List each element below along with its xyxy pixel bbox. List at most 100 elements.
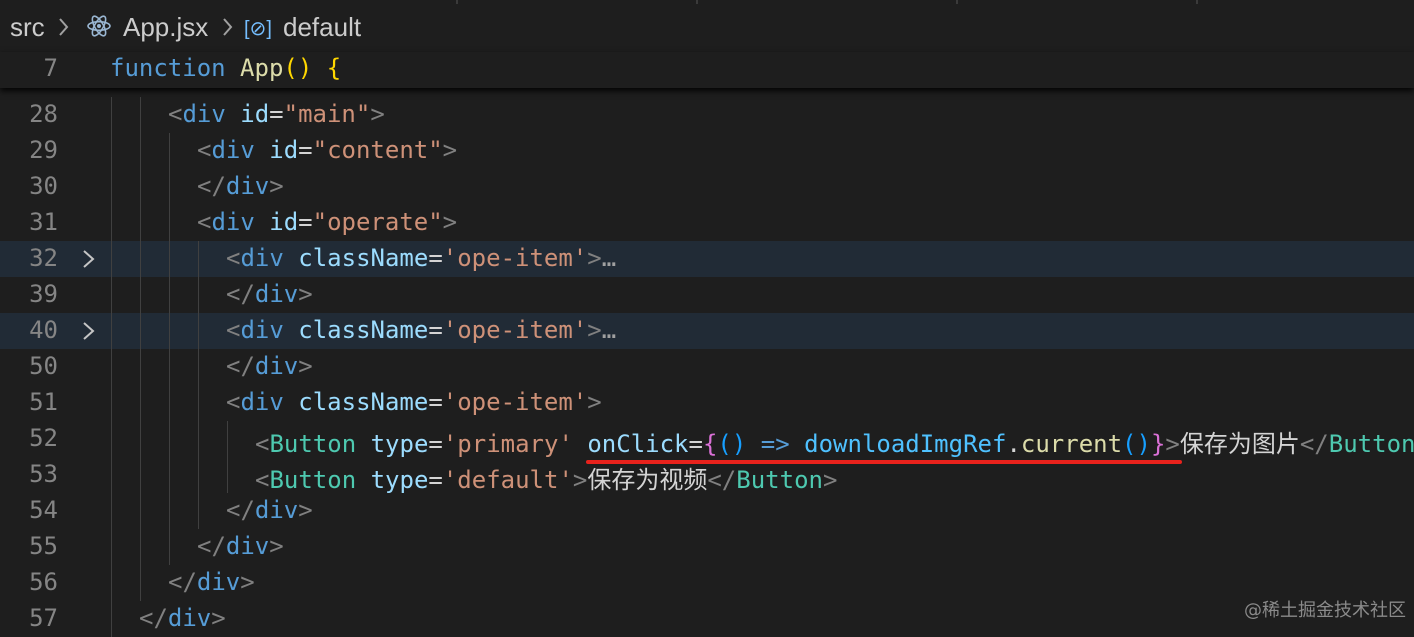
line-number: 30 [29,172,58,200]
code-line[interactable]: 54 </div> [0,493,1414,529]
indent-guide [140,421,141,457]
code-text: </div> [226,280,313,308]
indent-guide [169,277,170,313]
line-number: 39 [29,280,58,308]
tab-divider [956,0,958,4]
chevron-right-icon [58,14,70,45]
code-line[interactable]: 28 <div id="main"> [0,97,1414,133]
indent-guide [111,97,112,133]
indent-guide [169,529,170,565]
indent-guide [169,133,170,169]
code-line[interactable]: 39 </div> [0,277,1414,313]
indent-guide [169,241,170,277]
indent-guide [198,313,199,349]
line-number: 50 [29,352,58,380]
line-number: 53 [29,460,58,488]
chevron-right-icon [222,14,234,45]
indent-guide [140,241,141,277]
breadcrumb-symbol[interactable]: default [283,12,361,43]
code-line[interactable]: 57 </div> [0,601,1414,637]
code-line[interactable]: 30 </div> [0,169,1414,205]
indent-guide [198,277,199,313]
tab-divider [696,0,698,4]
indent-guide [140,97,141,133]
code-line[interactable]: 52 <Button type='primary' onClick={() =>… [0,421,1414,458]
indent-guide [140,385,141,421]
folded-ellipsis: … [601,316,617,344]
indent-guide [111,385,112,421]
line-number: 51 [29,388,58,416]
code-line[interactable]: 55 </div> [0,529,1414,565]
line-number: 29 [29,136,58,164]
indent-guide [140,457,141,493]
line-number: 57 [29,604,58,632]
sticky-scroll-line[interactable]: 7 function App() { [0,52,1414,88]
indent-guide [111,349,112,385]
line-number: 56 [29,568,58,596]
code-line[interactable]: 56 </div> [0,565,1414,601]
line-number: 52 [29,424,58,452]
code-text: <Button type='primary' onClick={() => do… [255,430,1414,458]
indent-guide [140,529,141,565]
code-text: <div className='ope-item'>… [226,244,617,272]
indent-guide [169,385,170,421]
indent-guide [111,313,112,349]
line-number: 32 [29,244,58,272]
indent-guide [169,205,170,241]
code-text: <div id="main"> [168,100,385,128]
indent-guide [111,565,112,601]
indent-guide [140,565,141,601]
line-number: 28 [29,100,58,128]
line-number: 55 [29,532,58,560]
indent-guide [198,457,199,493]
indent-guide [198,241,199,277]
indent-guide [198,421,199,457]
indent-guide [111,241,112,277]
function-name: App [240,54,284,82]
code-line-folded[interactable]: 32 <div className='ope-item'>… [0,241,1414,277]
indent-guide [111,169,112,205]
indent-guide [111,493,112,529]
indent-guide [198,349,199,385]
indent-guide [140,205,141,241]
indent-guide [111,277,112,313]
indent-guide [169,421,170,457]
code-text: function App() { [110,54,341,82]
indent-guide [111,457,112,493]
fold-chevron-right-icon[interactable] [80,321,98,341]
code-text: <Button type='default'>保存为视频</Button> [255,466,838,494]
code-text: </div> [139,604,226,632]
line-number: 54 [29,496,58,524]
indent-guide [140,493,141,529]
react-icon [86,13,112,46]
indent-guide [140,133,141,169]
indent-guide [111,421,112,457]
breadcrumb-folder[interactable]: src [10,12,45,43]
code-line[interactable]: 31 <div id="operate"> [0,205,1414,241]
fold-chevron-right-icon[interactable] [80,249,98,269]
code-text: </div> [168,568,255,596]
code-text: <div className='ope-item'>… [226,316,617,344]
symbol-variable-icon: [⊘] [244,18,272,40]
code-line[interactable]: 50 </div> [0,349,1414,385]
indent-guide [140,349,141,385]
code-text: <div id="operate"> [197,208,458,236]
indent-guide [140,313,141,349]
code-text: <div className='ope-item'> [226,388,602,416]
breadcrumb-file[interactable]: App.jsx [123,12,208,43]
open-brace: { [326,54,342,82]
line-number: 7 [43,54,58,82]
code-line[interactable]: 51 <div className='ope-item'> [0,385,1414,421]
code-text: </div> [197,532,284,560]
indent-guide [227,421,228,457]
indent-guide [169,493,170,529]
code-line-folded[interactable]: 40 <div className='ope-item'>… [0,313,1414,349]
indent-guide [169,169,170,205]
indent-guide [169,349,170,385]
code-text: <div id="content"> [197,136,458,164]
indent-guide [111,529,112,565]
indent-guide [111,205,112,241]
code-line[interactable]: 29 <div id="content"> [0,133,1414,169]
indent-guide [140,277,141,313]
code-text: </div> [226,496,313,524]
